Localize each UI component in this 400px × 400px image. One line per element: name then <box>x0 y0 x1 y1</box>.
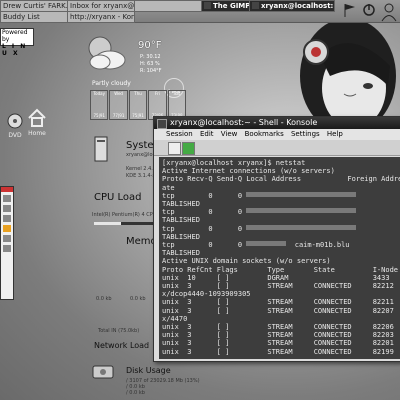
home-icon <box>28 108 46 127</box>
desktop-icon-label: Home <box>28 130 46 137</box>
real-feel: R: 104°F <box>140 68 162 74</box>
left-partial-window[interactable] <box>0 186 14 300</box>
network-load-title: Network Load <box>94 341 150 350</box>
terminal-line: Proto Recv-Q Send-Q Local Address Foreig… <box>162 175 400 184</box>
terminal-line: unix 3 [ ] STREAM CONNECTED 82203 <box>162 331 394 340</box>
menu-bookmarks[interactable]: Bookmarks <box>245 130 284 138</box>
konsole-menubar: Session Edit View Bookmarks Settings Hel… <box>154 129 400 140</box>
task-buddy-list[interactable]: Buddy List <box>0 11 68 23</box>
redacted-address <box>246 224 357 230</box>
terminal-line: unix 3 [ ] STREAM CONNECTED 82211 <box>162 298 394 307</box>
terminal-line: x/dcop4440-1093909305 <box>162 290 251 299</box>
menu-session[interactable]: Session <box>166 130 193 138</box>
toolbar-item[interactable] <box>3 195 11 202</box>
computer-tower-icon <box>94 136 108 162</box>
terminal-line: tcp 0 0 <box>162 224 400 233</box>
terminal-line: tcp 0 0 <box>162 208 400 216</box>
disk-line: / 0.0 kb <box>126 390 145 396</box>
terminal-line: unix 10 [ ] DGRAM 3433 <box>162 273 390 282</box>
mem-line: 0.0 kb <box>96 296 112 302</box>
terminal-line: tcp 0 0 <box>162 191 400 200</box>
terminal-line: TABLISHED <box>162 232 200 241</box>
terminal-icon <box>157 119 167 129</box>
forecast-day: Today 75|91 <box>90 90 109 120</box>
temperature: 90°F <box>138 40 162 51</box>
powered-by-linux-badge: Powered by L I N U X <box>0 28 34 57</box>
new-session-button[interactable] <box>168 142 181 155</box>
weather-condition: Partly cloudy <box>92 80 131 87</box>
terminal-line: unix 3 [ ] STREAM CONNECTED 82212 <box>162 282 394 291</box>
desktop-icon-label: DVD <box>8 132 22 139</box>
terminal-output[interactable]: [xryanx@localhost xryanx]$ netstat Active… <box>159 157 400 359</box>
powered-by-label: Powered by <box>2 29 28 43</box>
task-gimp[interactable]: The GIMP <box>201 0 251 12</box>
taskbar: Drew Curtis' FARK.com - M Inbox for xrya… <box>0 0 400 23</box>
disk-usage-title: Disk Usage <box>126 366 171 375</box>
toolbar-item[interactable] <box>3 205 11 212</box>
terminal-line: Proto RefCnt Flags Type State I-Node <box>162 265 399 274</box>
forecast-day: Wed 77|91 <box>109 90 128 120</box>
cpu-bar <box>94 222 154 225</box>
cpu-desc: Intel(R) Pentium(R) 4 CPU 2 <box>92 212 162 218</box>
terminal-line: unix 3 [ ] STREAM CONNECTED 82207 <box>162 306 394 315</box>
terminal-line: Active UNIX domain sockets (w/o servers) <box>162 257 331 266</box>
terminal-line: Active Internet connections (w/o servers… <box>162 167 335 176</box>
toolbar-item[interactable] <box>3 245 11 252</box>
terminal-line: ate <box>162 183 175 192</box>
terminal-line: TABLISHED <box>162 216 200 225</box>
gimp-icon <box>204 2 211 9</box>
menu-edit[interactable]: Edit <box>200 130 214 138</box>
flag-icon[interactable] <box>342 2 358 18</box>
humidity: H: 63 % <box>140 61 160 67</box>
terminal-line: unix 3 [ ] STREAM CONNECTED 82201 <box>162 339 394 348</box>
terminal-line: [xryanx@localhost xryanx]$ netstat <box>162 159 306 167</box>
mem-line: 0.0 kb <box>130 296 146 302</box>
redacted-address <box>246 191 357 197</box>
task-konqueror[interactable]: http://xryanx - Konqueror <box>67 11 135 23</box>
konsole-window: xryanx@localhost:~ - Shell - Konsole Ses… <box>153 116 400 362</box>
menu-view[interactable]: View <box>221 130 238 138</box>
session-tab-icon[interactable] <box>182 142 195 155</box>
weather-widget: 90°F P: 30.12 H: 63 % R: 104°F Partly cl… <box>82 34 192 122</box>
konsole-titlebar[interactable]: xryanx@localhost:~ - Shell - Konsole <box>154 117 400 129</box>
toolbar-item[interactable] <box>3 225 11 232</box>
toolbar-item[interactable] <box>3 235 11 242</box>
terminal-line: TABLISHED <box>162 200 200 209</box>
cpu-bar-fill <box>94 222 121 225</box>
konsole-title: xryanx@localhost:~ - Shell - Konsole <box>170 118 318 127</box>
terminal-line: unix 3 [ ] STREAM CONNECTED 82199 <box>162 347 394 356</box>
terminal-line: unix 3 [ ] STREAM CONNECTED 82206 <box>162 323 394 332</box>
linux-label: L I N U X <box>2 43 28 57</box>
konsole-toolbar <box>154 140 400 156</box>
terminal-line: TABLISHED <box>162 249 200 258</box>
desktop-icon-dvd[interactable]: DVD <box>4 112 26 139</box>
toolbar-item[interactable] <box>3 215 11 222</box>
task-blank[interactable] <box>134 0 202 12</box>
hard-disk-icon <box>92 365 114 379</box>
terminal-line: tcp 0 0 caim-m01b.blu <box>162 241 350 250</box>
redacted-address <box>246 241 287 247</box>
terminal-icon <box>252 2 259 9</box>
menu-help[interactable]: Help <box>327 130 343 138</box>
cpu-load-title: CPU Load <box>94 192 142 203</box>
partly-cloudy-icon <box>88 36 126 70</box>
pressure: P: 30.12 <box>140 54 161 60</box>
menu-settings[interactable]: Settings <box>291 130 320 138</box>
desktop-icon-home[interactable]: Home <box>26 108 48 137</box>
power-icon[interactable] <box>362 2 376 18</box>
user-icon[interactable] <box>380 2 398 22</box>
mem-total: Total IN (75.0kb) <box>98 328 140 334</box>
kernel-version: Kernel 2.4.2 <box>126 166 157 172</box>
redacted-address <box>246 208 357 214</box>
disc-icon <box>7 113 23 129</box>
forecast-day: Thu 75|91 <box>128 90 148 120</box>
window-titlebar[interactable] <box>1 187 13 192</box>
terminal-line: x/4470 <box>162 314 188 323</box>
task-shell[interactable]: xryanx@localhost:~ - Shell <box>249 0 335 12</box>
